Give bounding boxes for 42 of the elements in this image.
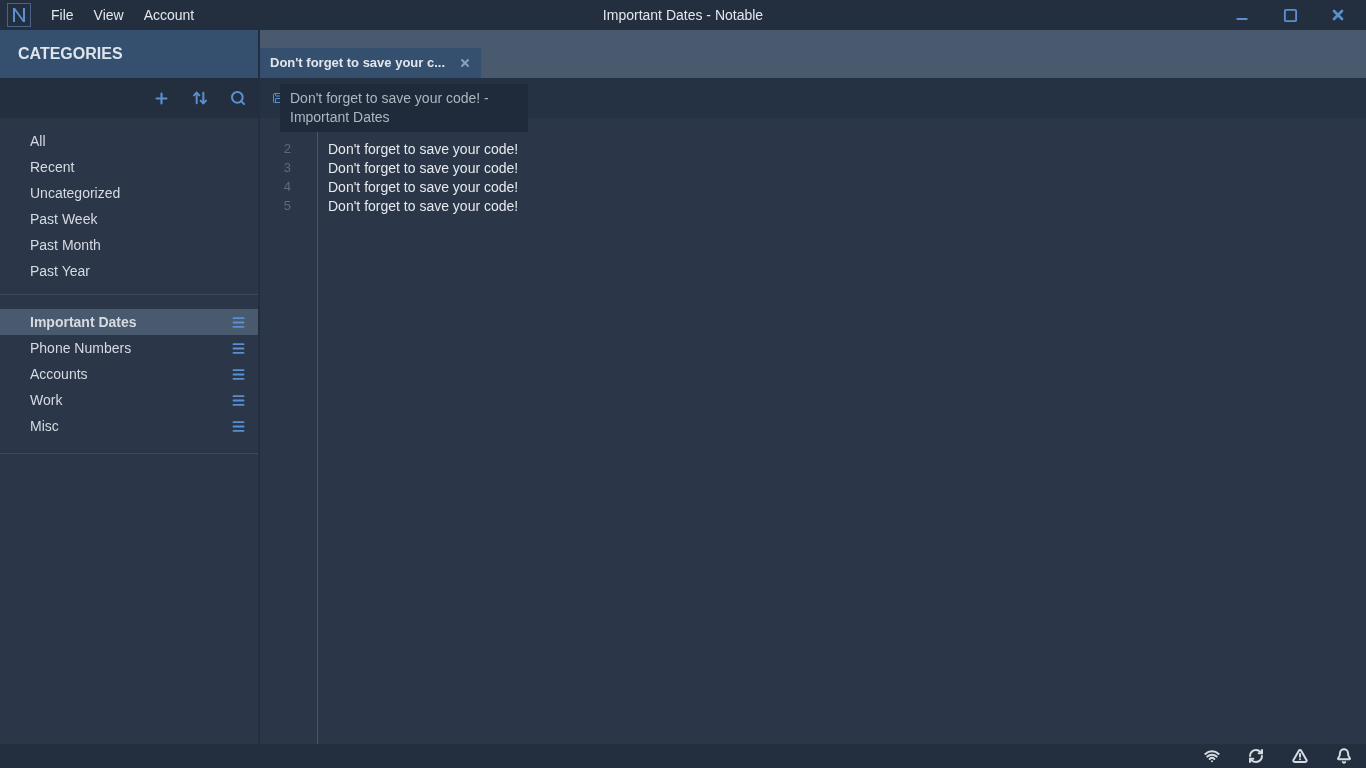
warning-icon[interactable] [1292, 748, 1308, 764]
category-item[interactable]: Misc [0, 413, 258, 439]
filter-item[interactable]: Past Year [0, 258, 258, 284]
code-line: Don't forget to save your code! [328, 159, 519, 177]
window-title: Important Dates - Notable [602, 5, 764, 25]
code-line: Don't forget to save your code! [328, 197, 519, 215]
menu-item[interactable]: Account [133, 4, 205, 26]
menu-item[interactable]: File [41, 4, 84, 26]
filter-item[interactable]: Past Month [0, 232, 258, 258]
menu-icon[interactable] [231, 340, 246, 356]
sidebar-header: CATEGORIES [0, 30, 258, 78]
sort-button[interactable] [192, 90, 208, 106]
category-label: Work [30, 390, 63, 410]
menu-icon[interactable] [231, 418, 246, 434]
tooltip: Don't forget to save your code! - Important Dates [280, 84, 528, 132]
category-label: Important Dates [30, 312, 137, 332]
code-line: Don't forget to save your code! [328, 140, 519, 158]
menu-icon[interactable] [231, 366, 246, 382]
filter-item[interactable]: Past Week [0, 206, 258, 232]
close-icon[interactable] [1330, 7, 1346, 23]
category-label: Phone Numbers [30, 338, 132, 358]
filter-item[interactable]: Recent [0, 154, 258, 180]
editor-tab[interactable]: Don't forget to save your c... [260, 48, 481, 78]
menu-icon[interactable] [231, 392, 246, 408]
sync-icon[interactable] [1248, 748, 1264, 764]
category-label: Misc [30, 416, 59, 436]
maximize-icon[interactable] [1282, 7, 1298, 23]
close-icon[interactable] [459, 57, 471, 69]
category-label: Accounts [30, 364, 88, 384]
menu-item[interactable]: View [83, 4, 134, 26]
filter-item[interactable]: All [0, 128, 258, 154]
category-item[interactable]: Important Dates [0, 309, 258, 335]
category-item[interactable]: Work [0, 387, 258, 413]
filter-item[interactable]: Uncategorized [0, 180, 258, 206]
code-line: Don't forget to save your code! [328, 178, 519, 196]
category-item[interactable]: Phone Numbers [0, 335, 258, 361]
add-button[interactable] [153, 89, 170, 107]
search-button[interactable] [230, 90, 246, 106]
app-logo [7, 3, 31, 27]
notification-icon[interactable] [1336, 748, 1352, 764]
wifi-icon[interactable] [1204, 748, 1220, 764]
category-item[interactable]: Accounts [0, 361, 258, 387]
